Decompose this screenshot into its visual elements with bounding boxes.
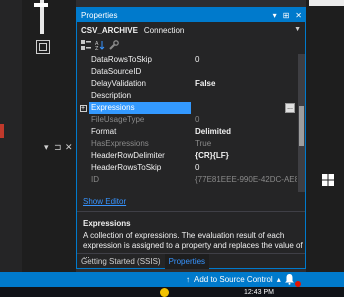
property-value[interactable]: True [191, 138, 297, 150]
property-row[interactable]: ID {77E81EEE-990E-42DC-AE83-9 [77, 174, 297, 186]
pin-icon[interactable]: ⊞ [283, 11, 290, 20]
row-margin [77, 138, 89, 150]
taskbar-app-icon[interactable] [160, 288, 169, 297]
taskbar-clock[interactable]: 12:43 PM [244, 289, 274, 296]
property-name: Description [91, 91, 132, 100]
row-margin [77, 54, 89, 66]
windows-taskbar [0, 287, 344, 297]
row-margin [77, 114, 89, 126]
property-row[interactable]: DataSourceID [77, 66, 297, 78]
expand-icon[interactable]: + [79, 104, 87, 112]
property-value[interactable]: 0 [191, 162, 297, 174]
error-marker [0, 124, 4, 138]
row-margin [77, 150, 89, 162]
property-value[interactable]: Delimited [191, 126, 297, 138]
property-row[interactable]: Format Delimited [77, 126, 297, 138]
property-name: HasExpressions [91, 139, 149, 148]
zoom-slider-thumb[interactable] [34, 3, 48, 7]
property-row[interactable]: HasExpressions True [77, 138, 297, 150]
property-row[interactable]: + Expressions... [77, 102, 297, 114]
windows-logo-icon[interactable] [322, 174, 334, 186]
property-grid-scrollbar[interactable] [298, 54, 305, 192]
right-top-bar [309, 0, 344, 6]
row-margin [77, 162, 89, 174]
object-selector[interactable]: CSV_ARCHIVE Connection ▼ [81, 24, 303, 37]
property-value[interactable] [191, 90, 297, 102]
row-margin [77, 174, 89, 186]
property-row[interactable]: HeaderRowDelimiter {CR}{LF} [77, 150, 297, 162]
object-type: Connection [143, 26, 185, 35]
property-name: DataRowsToSkip [91, 55, 152, 64]
properties-window: Properties ▾ ⊞ ✕ CSV_ARCHIVE Connection … [76, 7, 306, 269]
description-panel: Expressions A collection of expressions.… [77, 211, 305, 260]
close-icon[interactable]: ✕ [65, 142, 73, 153]
property-name: HeaderRowDelimiter [91, 151, 165, 160]
wrench-icon[interactable] [109, 40, 119, 50]
up-arrow-icon: ↑ [186, 275, 190, 284]
property-name: HeaderRowsToSkip [91, 163, 162, 172]
row-margin [77, 90, 89, 102]
property-grid: DataRowsToSkip 0 DataSourceID DelayValidati… [77, 54, 297, 192]
property-row[interactable]: DataRowsToSkip 0 [77, 54, 297, 66]
source-control-label: Add to Source Control [194, 275, 273, 284]
alphabetical-sort-icon[interactable]: AZ [95, 40, 105, 50]
object-name: CSV_ARCHIVE [81, 26, 138, 35]
property-name: Format [91, 127, 117, 136]
row-margin [77, 66, 89, 78]
property-value[interactable]: False [191, 78, 297, 90]
add-to-source-control-button[interactable]: ↑ Add to Source Control ▴ [186, 273, 281, 286]
right-background [306, 0, 344, 272]
svg-text:Z: Z [95, 46, 99, 50]
row-margin [77, 126, 89, 138]
property-row[interactable]: DelayValidation False [77, 78, 297, 90]
ellipsis-button[interactable]: ... [285, 103, 295, 113]
pin-icon[interactable]: ⊐ [54, 142, 62, 153]
property-value[interactable] [191, 102, 297, 114]
property-name: FileUsageType [91, 115, 145, 124]
properties-titlebar[interactable]: Properties ▾ ⊞ ✕ [77, 8, 305, 22]
fit-to-window-icon[interactable] [36, 40, 50, 54]
chevron-up-icon: ▴ [276, 275, 281, 284]
show-editor-link[interactable]: Show Editor [83, 197, 126, 206]
property-name: DelayValidation [91, 79, 146, 88]
properties-title: Properties [81, 10, 118, 20]
row-margin [77, 78, 89, 90]
row-margin: + [77, 102, 89, 114]
property-value[interactable]: {77E81EEE-990E-42DC-AE83-9 [191, 174, 297, 186]
window-menu-icon[interactable]: ▾ [273, 11, 277, 20]
property-value[interactable]: {CR}{LF} [191, 150, 297, 162]
property-row[interactable]: FileUsageType 0 [77, 114, 297, 126]
property-name: DataSourceID [91, 67, 142, 76]
chevron-down-icon[interactable]: ▼ [294, 26, 301, 33]
properties-toolbar: AZ [81, 39, 119, 51]
property-value[interactable]: 0 [191, 114, 297, 126]
property-value[interactable] [191, 66, 297, 78]
property-value[interactable]: 0 [191, 54, 297, 66]
property-name: Expressions [89, 102, 191, 114]
description-title: Expressions [83, 219, 131, 228]
categorized-icon[interactable] [81, 40, 91, 50]
scrollbar-thumb[interactable] [299, 106, 304, 146]
tab-properties[interactable]: Properties [164, 254, 210, 269]
property-name: ID [91, 175, 99, 184]
close-icon[interactable]: ✕ [295, 11, 302, 20]
tab-getting-started[interactable]: Getting Started (SSIS) [77, 254, 165, 269]
property-row[interactable]: Description [77, 90, 297, 102]
tab-strip: Getting Started (SSIS) Properties [77, 253, 305, 269]
dropdown-icon[interactable]: ▾ [44, 142, 49, 153]
property-row[interactable]: HeaderRowsToSkip 0 [77, 162, 297, 174]
